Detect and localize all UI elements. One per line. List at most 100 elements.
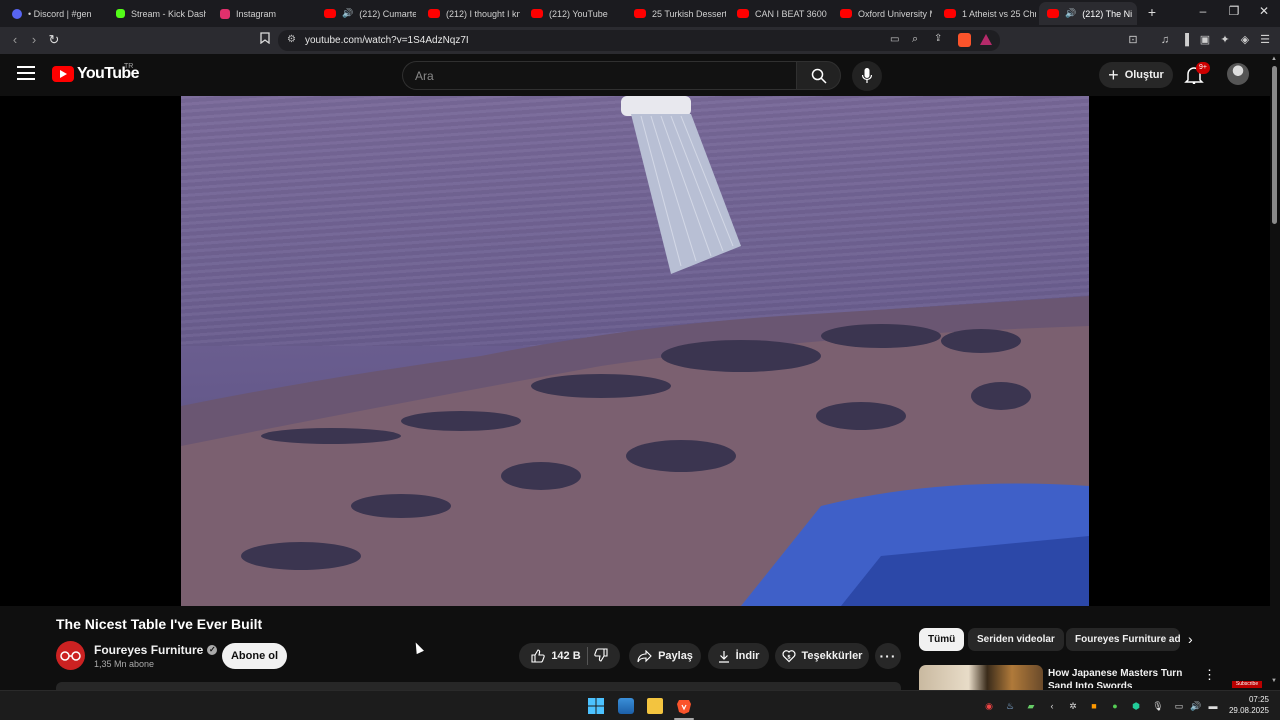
tab-youtube-oxford[interactable]: Oxford University M xyxy=(832,2,932,25)
site-info-icon[interactable]: ⚙ xyxy=(287,34,296,45)
share-page-icon[interactable]: ⇪ xyxy=(934,33,942,44)
wallet-icon[interactable]: ▣ xyxy=(1197,32,1213,48)
bookmark-icon[interactable] xyxy=(257,32,273,48)
tab-youtube-home[interactable]: (212) YouTube xyxy=(523,2,623,25)
search-button[interactable] xyxy=(796,61,841,90)
tray-gear-icon[interactable]: ✲ xyxy=(1067,700,1079,712)
download-button[interactable]: İndir xyxy=(708,643,769,669)
tab-youtube-atheist[interactable]: 1 Atheist vs 25 Chri xyxy=(936,2,1036,25)
search-icon xyxy=(811,68,827,84)
video-frame[interactable] xyxy=(181,96,1089,606)
subscribe-button[interactable]: Abone ol xyxy=(222,643,287,669)
brave-shield-icon[interactable] xyxy=(958,33,971,47)
scrollbar-thumb[interactable] xyxy=(1272,66,1277,224)
tray-orange-icon[interactable]: ■ xyxy=(1088,700,1100,712)
tab-label: CAN I BEAT 3600 LE xyxy=(755,8,829,19)
close-window-icon[interactable]: ✕ xyxy=(1254,4,1274,18)
widgets-icon[interactable] xyxy=(618,698,634,714)
tray-chevron-icon[interactable]: ‹ xyxy=(1046,700,1058,712)
system-clock[interactable]: 07:25 29.08.2025 xyxy=(1227,694,1269,716)
music-icon[interactable]: ♫ xyxy=(1157,32,1173,48)
plus-icon: + xyxy=(1108,65,1119,85)
speaker-icon: 🔊 xyxy=(1065,8,1077,18)
cast-icon[interactable]: ▭ xyxy=(890,34,899,45)
panel-icon[interactable]: ▐ xyxy=(1177,32,1193,48)
subscribe-watermark[interactable]: Subscribe xyxy=(1232,681,1262,688)
chip-series-videos[interactable]: Seriden videolar xyxy=(968,628,1064,651)
tab-discord[interactable]: • Discord | #gen xyxy=(4,2,100,25)
back-icon[interactable]: ‹ xyxy=(7,32,23,48)
search-input[interactable] xyxy=(415,69,775,83)
page-scrollbar[interactable]: ▲ ▼ xyxy=(1270,54,1280,688)
tab-youtube-beat[interactable]: CAN I BEAT 3600 LE xyxy=(729,2,829,25)
url-field[interactable]: ⚙ youtube.com/watch?v=1S4AdzNqz7I ▭ ⌕ ⇪ xyxy=(278,30,1000,51)
zoom-icon[interactable]: ⌕ xyxy=(912,33,918,46)
thanks-button[interactable]: $ Teşekkürler xyxy=(775,643,869,669)
chip-all[interactable]: Tümü xyxy=(919,628,965,651)
scroll-down-icon[interactable]: ▼ xyxy=(1271,678,1277,684)
svg-text:$: $ xyxy=(787,655,791,661)
like-button[interactable]: 142 B xyxy=(531,649,581,663)
tab-youtube-desserts[interactable]: 25 Turkish Desserts xyxy=(626,2,726,25)
reload-icon[interactable]: ↻ xyxy=(46,32,62,48)
browser-menu-icon[interactable]: ☰ xyxy=(1257,32,1273,48)
create-button[interactable]: + Oluştur xyxy=(1099,62,1173,88)
tab-youtube-cumartesi[interactable]: 🔊 (212) Cumartesi xyxy=(316,2,416,25)
tray-app-icon[interactable]: ◉ xyxy=(983,700,995,712)
tray-green-icon[interactable]: ▰ xyxy=(1025,700,1037,712)
glasses-icon xyxy=(60,651,81,661)
minimize-icon[interactable]: – xyxy=(1193,4,1213,18)
recommendation-thumbnail[interactable] xyxy=(919,665,1043,690)
scroll-up-icon[interactable]: ▲ xyxy=(1271,56,1277,62)
description-box[interactable] xyxy=(56,682,901,690)
tray-shield-icon[interactable]: ⬢ xyxy=(1130,700,1142,712)
tab-youtube-thought[interactable]: (212) I thought I kn xyxy=(420,2,520,25)
youtube-icon xyxy=(428,9,440,18)
tab-label: • Discord | #gen xyxy=(28,8,92,19)
chip-scroll-right-icon[interactable]: › xyxy=(1188,631,1193,647)
forward-icon[interactable]: › xyxy=(26,32,42,48)
chip-channel[interactable]: Foureyes Furniture adl xyxy=(1066,628,1180,651)
like-dislike-group: 142 B xyxy=(519,643,620,669)
channel-avatar[interactable] xyxy=(56,641,85,670)
tab-kick[interactable]: Stream - Kick Dashb xyxy=(108,2,206,25)
share-arrow-icon xyxy=(637,649,652,662)
tab-label: (212) Cumartesi xyxy=(359,8,416,19)
recommendation-title[interactable]: How Japanese Masters Turn Sand Into Swor… xyxy=(1048,667,1198,688)
share-button[interactable]: Paylaş xyxy=(629,643,701,669)
restore-icon[interactable]: ❐ xyxy=(1224,4,1244,18)
youtube-icon xyxy=(531,9,543,18)
tab-youtube-current[interactable]: 🔊 (212) The Ni ✕ xyxy=(1039,2,1137,25)
more-actions-button[interactable]: ··· xyxy=(875,643,901,669)
dislike-button[interactable] xyxy=(593,647,608,665)
network-icon[interactable]: ▭ xyxy=(1173,700,1185,712)
video-player[interactable]: Subscribe xyxy=(0,96,1270,688)
steam-icon[interactable]: ♨ xyxy=(1004,700,1016,712)
volume-icon[interactable]: 🔊 xyxy=(1190,700,1202,712)
vpn-icon[interactable]: ◈ xyxy=(1237,32,1253,48)
super-thanks-heart-icon: $ xyxy=(782,650,796,663)
windows-start-icon[interactable] xyxy=(588,698,604,714)
tray-mic-icon[interactable]: 🎙 xyxy=(1152,700,1164,712)
recommendation-more-icon[interactable]: ⋮ xyxy=(1203,667,1216,683)
account-avatar[interactable] xyxy=(1227,63,1249,85)
tab-label: Instagram xyxy=(236,8,277,19)
thanks-label: Teşekkürler xyxy=(801,650,863,662)
discord-icon xyxy=(12,8,22,19)
sidebar-toggle-icon[interactable]: ⊡ xyxy=(1125,32,1141,48)
leo-ai-icon[interactable]: ✦ xyxy=(1217,32,1233,48)
tab-instagram[interactable]: Instagram xyxy=(212,2,312,25)
tray-nvidia-icon[interactable]: ● xyxy=(1109,700,1121,712)
battery-icon[interactable]: ▬ xyxy=(1207,700,1219,712)
file-explorer-icon[interactable] xyxy=(647,698,663,714)
channel-name-link[interactable]: Foureyes Furniture ✓ xyxy=(94,643,218,657)
new-tab-button[interactable]: + xyxy=(1142,4,1162,20)
mouse-cursor xyxy=(412,640,424,655)
search-box xyxy=(402,61,796,90)
brave-browser-icon[interactable] xyxy=(676,698,692,714)
hamburger-menu-icon[interactable] xyxy=(17,66,35,82)
voice-search-button[interactable] xyxy=(852,61,882,91)
more-horizontal-icon: ··· xyxy=(879,648,897,664)
brave-rewards-icon[interactable] xyxy=(980,34,992,45)
thumbs-down-icon xyxy=(593,647,608,662)
